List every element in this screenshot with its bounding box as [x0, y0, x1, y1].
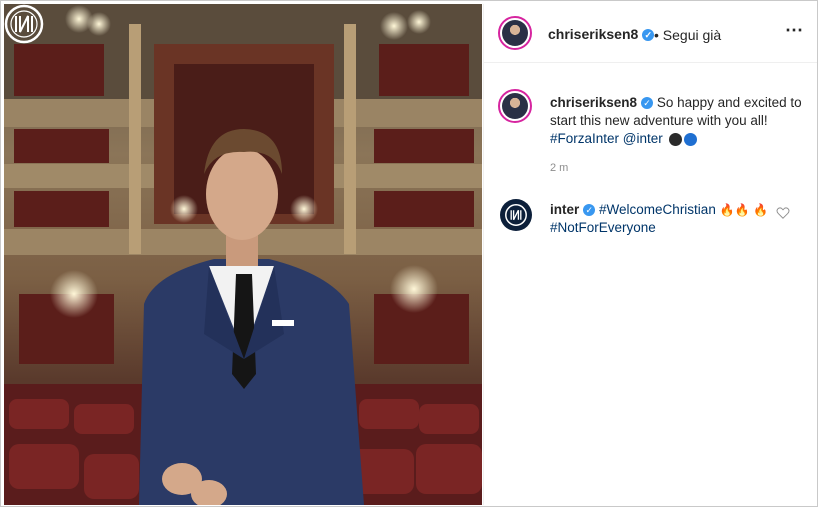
black-circle-emoji-icon — [668, 132, 682, 146]
blue-circle-emoji-icon — [683, 132, 697, 146]
post-header: chriseriksen8 ✓ • Segui già ⋯ — [484, 4, 817, 63]
author-avatar[interactable] — [498, 16, 532, 50]
comment-username[interactable]: inter — [550, 202, 579, 217]
comment-hashtag-welcome[interactable]: #WelcomeChristian — [599, 202, 716, 217]
post-caption: chriseriksen8 ✓ So happy and excited to s… — [550, 94, 805, 148]
caption-hashtag[interactable]: #ForzaInter — [550, 131, 619, 146]
caption-username[interactable]: chriseriksen8 — [550, 95, 637, 110]
verified-badge-icon: ✓ — [642, 29, 655, 42]
caption-author-avatar[interactable] — [498, 89, 532, 123]
more-options-icon[interactable]: ⋯ — [785, 20, 804, 41]
fire-emoji-icon: 🔥 — [734, 203, 750, 218]
inter-avatar[interactable] — [500, 199, 532, 231]
post-timestamp[interactable]: 2 m — [550, 162, 568, 174]
post-photo[interactable] — [4, 4, 482, 505]
inter-logo-icon — [505, 204, 527, 226]
verified-badge-icon: ✓ — [641, 97, 654, 110]
author-username[interactable]: chriseriksen8 ✓ — [548, 26, 655, 42]
like-heart-icon[interactable] — [776, 206, 790, 220]
screenshot-frame: chriseriksen8 ✓ • Segui già ⋯ chriserikse… — [0, 0, 818, 507]
caption-mention[interactable]: @inter — [623, 131, 663, 146]
follow-status[interactable]: • Segui già — [654, 27, 721, 43]
fire-emoji-icon: 🔥 — [719, 203, 735, 218]
verified-badge-icon: ✓ — [583, 204, 596, 217]
fire-emoji-icon: 🔥 — [753, 203, 769, 218]
inter-logo-watermark — [4, 4, 44, 44]
comment: inter ✓ #WelcomeChristian 🔥🔥 🔥 #NotForEve… — [550, 201, 780, 237]
comment-hashtag-notforeveryone[interactable]: #NotForEveryone — [550, 220, 656, 235]
theatre-scene-illustration — [4, 4, 482, 505]
post-sidebar: chriseriksen8 ✓ • Segui già ⋯ chriserikse… — [483, 4, 817, 505]
